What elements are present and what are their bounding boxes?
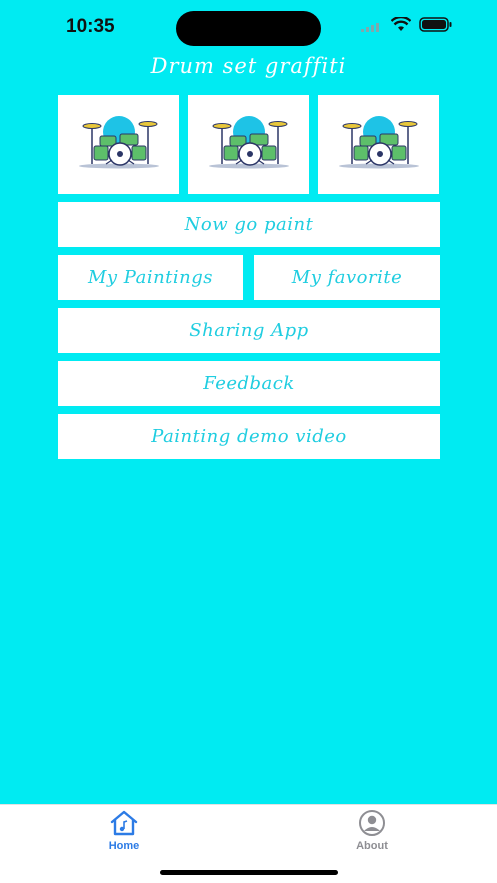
drum-tile-1[interactable]: [58, 95, 179, 194]
drum-tile-3[interactable]: [318, 95, 439, 194]
feedback-button[interactable]: Feedback: [58, 361, 440, 406]
signal-icon: [361, 17, 383, 36]
battery-icon: [419, 17, 453, 36]
now-go-paint-button[interactable]: Now go paint: [58, 202, 440, 247]
drum-set-icon: [76, 114, 162, 176]
drum-set-icon: [336, 114, 422, 176]
sharing-app-button[interactable]: Sharing App: [58, 308, 440, 353]
dynamic-island: [176, 11, 321, 46]
status-icons: [361, 15, 453, 36]
user-circle-icon: [332, 809, 412, 840]
my-favorite-button[interactable]: My favorite: [254, 255, 440, 300]
drum-tile-2[interactable]: [188, 95, 309, 194]
tab-about[interactable]: About: [332, 809, 412, 852]
my-paintings-button[interactable]: My Paintings: [58, 255, 243, 300]
wifi-icon: [390, 15, 412, 36]
home-indicator: [160, 870, 338, 875]
drum-set-icon: [206, 114, 292, 176]
tab-home[interactable]: Home: [84, 809, 164, 852]
tab-home-label: Home: [108, 840, 140, 852]
status-time: 10:35: [66, 16, 115, 37]
page-title: Drum set graffiti: [150, 54, 347, 78]
painting-demo-video-button[interactable]: Painting demo video: [58, 414, 440, 459]
tab-about-label: About: [356, 840, 388, 852]
home-icon: [84, 809, 164, 840]
status-bar: 10:35: [0, 0, 497, 54]
